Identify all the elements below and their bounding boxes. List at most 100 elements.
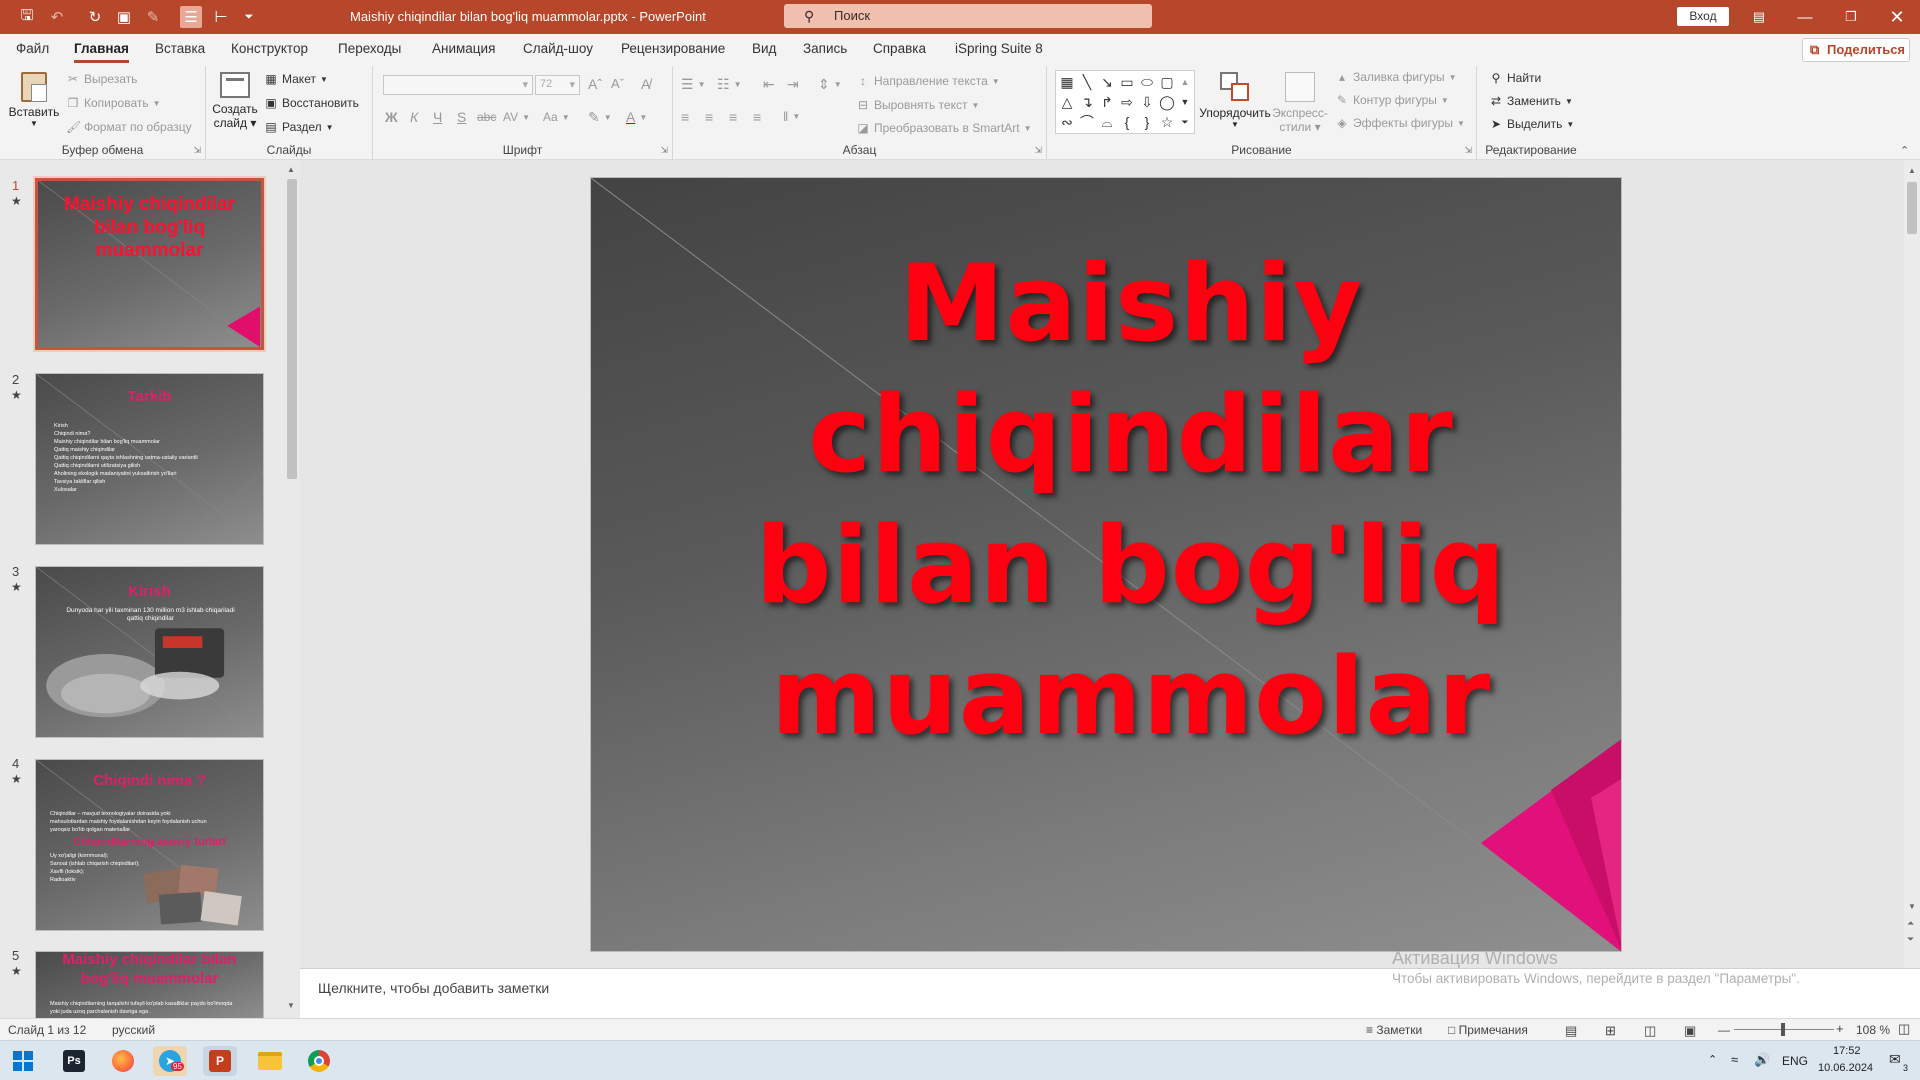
callout-shape-icon[interactable]: ◯ xyxy=(1158,93,1176,111)
ribbon-display-icon[interactable]: ▤ xyxy=(1736,0,1782,34)
scroll-down-icon[interactable]: ▼ xyxy=(1908,902,1916,911)
notes-placeholder[interactable]: Щелкните, чтобы добавить заметки xyxy=(318,980,549,996)
oval-shape-icon[interactable]: ⬭ xyxy=(1138,73,1156,91)
draw-icon[interactable]: ✎ xyxy=(142,6,164,28)
text-direction-button[interactable]: ↕ Направление текста ▼ xyxy=(856,74,1000,88)
slide-thumbnail-3[interactable]: Kirish Dunyoda har yili taxminan 130 mil… xyxy=(35,566,264,738)
down-arrow-shape-icon[interactable]: ⇩ xyxy=(1138,93,1156,111)
layout-button[interactable]: ▦ Макет ▼ xyxy=(264,72,328,86)
start-slideshow-icon[interactable]: ▣ xyxy=(113,6,135,28)
slide-thumbnail-4[interactable]: Chiqindi nima ? Chiqindilar – mavjud tex… xyxy=(35,759,264,931)
language-indicator[interactable]: ENG xyxy=(1782,1054,1808,1068)
columns-icon[interactable]: ‖ ▼ xyxy=(783,109,800,124)
clock-time[interactable]: 17:52 xyxy=(1833,1045,1861,1057)
current-slide[interactable]: Maishiy chiqindilar bilan bog'liq muammo… xyxy=(590,177,1622,952)
strikethrough-button[interactable]: abc xyxy=(477,110,496,124)
section-button[interactable]: ▤ Раздел ▼ xyxy=(264,120,333,134)
save-icon[interactable]: 🖫 xyxy=(16,6,38,28)
select-button[interactable]: ➤ Выделить ▼ xyxy=(1489,117,1574,131)
curve-shape-icon[interactable]: ⌓ xyxy=(1098,113,1116,131)
freeform-shape-icon[interactable]: ∾ xyxy=(1058,113,1076,131)
font-size-combo[interactable]: 72 ▾ xyxy=(535,75,580,95)
notification-icon[interactable]: ✉ xyxy=(1889,1051,1901,1068)
powerpoint-icon[interactable]: P xyxy=(203,1046,237,1076)
dialog-launcher-icon[interactable]: ⇲ xyxy=(660,145,668,156)
tab-file[interactable]: Файл xyxy=(16,41,49,56)
scroll-thumb[interactable] xyxy=(287,179,297,479)
share-button[interactable]: ⧉ Поделиться xyxy=(1802,38,1910,62)
align-right-icon[interactable]: ≡ xyxy=(729,109,737,125)
line-spacing-icon[interactable]: ⇕ ▼ xyxy=(818,76,842,93)
brace-left-shape-icon[interactable]: { xyxy=(1118,113,1136,131)
normal-view-icon[interactable]: ☰ xyxy=(180,6,202,28)
rectangle-shape-icon[interactable]: ▭ xyxy=(1118,73,1136,91)
language-indicator[interactable]: русский xyxy=(112,1023,155,1037)
zoom-slider-thumb[interactable] xyxy=(1781,1023,1785,1036)
zoom-in-icon[interactable]: + xyxy=(1836,1021,1844,1036)
gallery-down-icon[interactable]: ▼ xyxy=(1178,93,1192,111)
numbering-icon[interactable]: ☷ ▼ xyxy=(717,76,741,93)
arrange-button[interactable]: Упорядочить ▼ xyxy=(1195,70,1275,129)
slide-thumbnail-5[interactable]: Maishiy chiqindilar bilan bog'liq muammo… xyxy=(35,951,264,1018)
shape-effects-button[interactable]: ◈ Эффекты фигуры ▼ xyxy=(1335,116,1465,130)
underline-button[interactable]: Ч xyxy=(433,109,442,125)
normal-view-icon[interactable]: ▤ xyxy=(1565,1023,1577,1039)
arrow-line-shape-icon[interactable]: ↘ xyxy=(1098,73,1116,91)
arc-shape-icon[interactable]: ⌒ xyxy=(1078,113,1096,131)
volume-icon[interactable]: 🔊 xyxy=(1754,1052,1770,1068)
telegram-icon[interactable]: ➤ 95 xyxy=(153,1046,187,1076)
previous-slide-icon[interactable]: ⏶ xyxy=(1907,918,1914,929)
char-spacing-button[interactable]: AV ▼ xyxy=(503,110,530,124)
notes-toggle-button[interactable]: ≡ Заметки xyxy=(1366,1023,1422,1037)
dialog-launcher-icon[interactable]: ⇲ xyxy=(1034,145,1042,156)
slide-thumbnail-1[interactable]: Maishiy chiqindilar bilan bog'liq muammo… xyxy=(33,176,266,352)
tab-home[interactable]: Главная xyxy=(74,41,129,63)
close-icon[interactable]: ✕ xyxy=(1874,0,1920,34)
scroll-up-icon[interactable]: ▲ xyxy=(1908,166,1916,175)
change-case-button[interactable]: Aa ▼ xyxy=(543,110,570,124)
shape-outline-button[interactable]: ✎ Контур фигуры ▼ xyxy=(1335,93,1449,107)
tab-help[interactable]: Справка xyxy=(873,41,926,56)
increase-indent-icon[interactable]: ⇥ xyxy=(787,76,799,93)
smartart-button[interactable]: ◪ Преобразовать в SmartArt ▼ xyxy=(856,121,1031,135)
font-name-combo[interactable]: ▾ xyxy=(383,75,533,95)
format-painter-button[interactable]: 🖌 Формат по образцу xyxy=(66,120,192,134)
clock-date[interactable]: 10.06.2024 xyxy=(1818,1062,1873,1074)
layout-icon[interactable]: ⊢ xyxy=(210,6,232,28)
customize-qat-icon[interactable]: ⏷ xyxy=(238,6,260,28)
slide-sorter-icon[interactable]: ⊞ xyxy=(1605,1023,1616,1039)
tab-ispring[interactable]: iSpring Suite 8 xyxy=(955,41,1043,56)
shadow-button[interactable]: S xyxy=(457,109,466,125)
photoshop-icon[interactable]: Ps xyxy=(57,1046,91,1076)
find-button[interactable]: ⚲ Найти xyxy=(1489,71,1542,85)
highlight-icon[interactable]: ✎ ▼ xyxy=(588,109,612,126)
undo-icon[interactable]: ↶ xyxy=(46,6,68,28)
dialog-launcher-icon[interactable]: ⇲ xyxy=(193,145,201,156)
bold-button[interactable]: Ж xyxy=(385,109,398,125)
align-left-icon[interactable]: ≡ xyxy=(681,109,689,125)
align-text-button[interactable]: ⊟ Выровнять текст ▼ xyxy=(856,98,979,112)
scroll-thumb[interactable] xyxy=(1907,182,1917,234)
triangle-shape-icon[interactable]: △ xyxy=(1058,93,1076,111)
search-box[interactable]: ⚲ Поиск xyxy=(784,4,1152,28)
align-center-icon[interactable]: ≡ xyxy=(705,109,713,125)
scroll-down-icon[interactable]: ▼ xyxy=(287,1001,295,1010)
shape-fill-button[interactable]: ▴ Заливка фигуры ▼ xyxy=(1335,70,1457,84)
clear-formatting-icon[interactable]: A̸ xyxy=(641,76,650,92)
connector-shape-icon[interactable]: ↴ xyxy=(1078,93,1096,111)
zoom-out-icon[interactable]: — xyxy=(1718,1023,1730,1037)
tab-slideshow[interactable]: Слайд-шоу xyxy=(523,41,593,56)
fit-slide-icon[interactable]: ◫ xyxy=(1898,1021,1910,1037)
font-color-icon[interactable]: A ▼ xyxy=(626,109,647,125)
right-arrow-shape-icon[interactable]: ⇨ xyxy=(1118,93,1136,111)
shrink-font-icon[interactable]: Aˇ xyxy=(611,76,624,91)
justify-icon[interactable]: ≡ xyxy=(753,109,761,125)
slide-counter[interactable]: Слайд 1 из 12 xyxy=(8,1023,86,1037)
comments-button[interactable]: □ Примечания xyxy=(1448,1023,1528,1037)
slide-title[interactable]: Maishiy chiqindilar bilan bog'liq muammo… xyxy=(641,238,1621,762)
collapse-ribbon-icon[interactable]: ⌃ xyxy=(1900,144,1909,157)
sign-in-button[interactable]: Вход xyxy=(1677,7,1729,26)
tab-design[interactable]: Конструктор xyxy=(231,41,308,56)
line-shape-icon[interactable]: ╲ xyxy=(1078,73,1096,91)
bullets-icon[interactable]: ☰ ▼ xyxy=(681,76,705,93)
